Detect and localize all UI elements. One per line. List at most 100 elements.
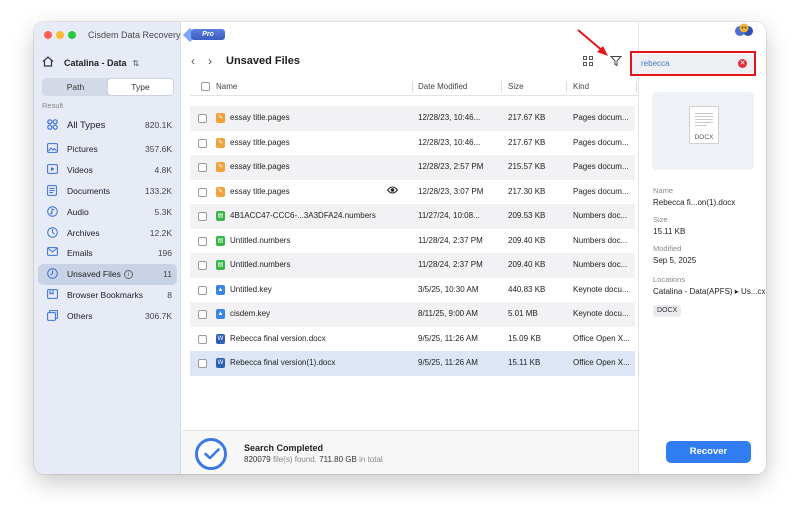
meta-name-label: Name	[653, 186, 674, 195]
file-kind: Numbers doc...	[573, 211, 628, 220]
home-icon	[42, 56, 56, 70]
table-row-selected[interactable]: W Rebecca final version(1).docx 9/5/25, …	[190, 351, 635, 376]
sidebar-item-unsaved-files[interactable]: Unsaved Files i 11	[38, 263, 177, 285]
zoom-window-button[interactable]	[68, 31, 76, 39]
row-checkbox[interactable]	[198, 261, 207, 270]
total-label: in total	[359, 455, 383, 464]
row-checkbox[interactable]	[198, 236, 207, 246]
sidebar-item-count: 196	[157, 248, 172, 259]
found-label: file(s) found,	[272, 455, 317, 464]
search-highlight-box	[630, 51, 756, 76]
row-checkbox[interactable]	[198, 163, 207, 172]
sidebar-item-label: All Types	[67, 119, 106, 131]
main-pane: ‹ › Unsaved Files Name Date Modified Siz…	[182, 22, 638, 474]
file-name: Rebecca final version.docx	[230, 333, 326, 343]
row-checkbox[interactable]	[198, 138, 207, 148]
file-date: 8/11/25, 9:00 AM	[418, 309, 478, 318]
table-row[interactable]: ▤ 4B1ACC47-CCC6-...3A3DFA24.numbers 11/2…	[190, 204, 635, 229]
file-size: 215.57 KB	[508, 162, 546, 171]
table-row[interactable]: ▤ Untitled.numbers 11/28/24, 2:37 PM 209…	[190, 229, 635, 254]
file-date: 12/28/23, 2:57 PM	[418, 162, 484, 171]
sidebar-item-label: Emails	[67, 248, 93, 259]
filter-icon[interactable]	[609, 55, 623, 67]
column-kind[interactable]: Kind	[573, 82, 589, 91]
select-all-checkbox[interactable]	[201, 82, 210, 91]
row-checkbox[interactable]	[198, 359, 207, 368]
file-kind: Keynote docu...	[573, 284, 629, 294]
file-name: cisdem.key	[230, 309, 271, 318]
table-row[interactable]: W Rebecca final version.docx 9/5/25, 11:…	[190, 327, 635, 352]
table-row[interactable]: ✎ essay title.pages 12/28/23, 10:46... 2…	[190, 131, 635, 156]
file-size: 15.09 KB	[508, 333, 541, 343]
account-avatar-icon[interactable]	[734, 23, 753, 37]
row-checkbox[interactable]	[198, 187, 207, 197]
sidebar-item-archives[interactable]: Archives 12.2K	[38, 222, 177, 243]
column-divider	[412, 81, 413, 92]
sidebar-item-emails[interactable]: Emails 196	[38, 243, 177, 264]
file-date: 12/28/23, 10:46...	[418, 113, 481, 122]
sidebar-item-label: Archives	[67, 227, 100, 238]
table-row[interactable]: ✎ essay title.pages 12/28/23, 3:07 PM 21…	[190, 180, 635, 205]
meta-modified-value: Sep 5, 2025	[653, 256, 697, 265]
table-row[interactable]: ▲ Untitled.key 3/5/25, 10:30 AM 440.83 K…	[190, 278, 635, 303]
eye-icon[interactable]	[386, 186, 399, 197]
forward-arrow-icon[interactable]: ›	[208, 54, 212, 68]
recover-button[interactable]: Recover	[666, 441, 751, 463]
drive-selector[interactable]: Catalina - Data ⇅	[42, 55, 172, 71]
info-icon[interactable]: i	[123, 270, 133, 280]
sidebar-item-videos[interactable]: Videos 4.8K	[38, 160, 177, 181]
sidebar-item-pictures[interactable]: Pictures 357.6K	[38, 139, 177, 160]
row-checkbox[interactable]	[198, 310, 207, 319]
document-icon: DOCX	[689, 106, 719, 144]
sidebar-item-count: 12.2K	[149, 227, 172, 238]
sidebar-item-documents[interactable]: Documents 133.2K	[38, 181, 177, 202]
close-window-button[interactable]	[44, 31, 52, 39]
file-size: 217.67 KB	[508, 137, 546, 147]
file-date: 11/27/24, 10:08...	[418, 211, 480, 220]
sidebar-item-all-types[interactable]: All Types 820.1K	[38, 114, 177, 136]
app-window: Cisdem Data Recovery Catalina - Data ⇅ P…	[34, 22, 766, 474]
column-name[interactable]: Name	[216, 82, 237, 91]
column-size[interactable]: Size	[508, 82, 524, 91]
sidebar-item-browser-bookmarks[interactable]: Browser Bookmarks 8	[38, 285, 177, 306]
pages-file-icon: ✎	[216, 162, 225, 172]
sidebar-item-others[interactable]: Others 306.7K	[38, 305, 177, 326]
videos-icon	[45, 164, 59, 176]
sidebar-item-label: Browser Bookmarks	[67, 289, 144, 300]
column-date-modified[interactable]: Date Modified	[418, 82, 467, 91]
row-checkbox[interactable]	[198, 114, 207, 123]
meta-locations-value: Catalina - Data(APFS) ▸ Us...cx	[653, 287, 765, 296]
tab-type[interactable]: Type	[108, 79, 173, 95]
table-row[interactable]: ✎ essay title.pages 12/28/23, 10:46... 2…	[190, 106, 635, 131]
table-header: Name Date Modified Size Kind	[190, 78, 638, 96]
found-count: 820079	[244, 455, 271, 464]
grid-view-icon[interactable]	[583, 56, 593, 66]
sidebar-item-count: 5.3K	[154, 206, 173, 217]
sidebar-item-label: Pictures	[67, 144, 98, 155]
back-arrow-icon[interactable]: ‹	[191, 54, 195, 68]
file-date: 3/5/25, 10:30 AM	[418, 284, 479, 294]
table-row[interactable]: ▤ Untitled.numbers 11/28/24, 2:37 PM 209…	[190, 253, 635, 278]
sidebar-item-audio[interactable]: Audio 5.3K	[38, 201, 177, 222]
file-size: 217.67 KB	[508, 113, 546, 122]
preview-pane: rebecca ✕ DOCX Name Rebecca fi...on(1).d…	[632, 22, 766, 474]
chevron-updown-icon[interactable]: ⇅	[133, 59, 140, 68]
file-kind: Pages docum...	[573, 113, 629, 122]
minimize-window-button[interactable]	[56, 31, 64, 39]
meta-size-label: Size	[653, 215, 668, 224]
row-checkbox[interactable]	[198, 212, 207, 221]
status-bar: Search Completed 820079 file(s) found, 7…	[182, 430, 638, 474]
row-checkbox[interactable]	[198, 334, 207, 344]
emails-icon	[45, 247, 59, 259]
file-date: 9/5/25, 11:26 AM	[418, 358, 478, 367]
sidebar-item-count: 11	[163, 269, 172, 280]
checkmark-icon	[195, 438, 227, 470]
tab-path[interactable]: Path	[43, 79, 108, 95]
table-row[interactable]: ✎ essay title.pages 12/28/23, 2:57 PM 21…	[190, 155, 635, 180]
row-checkbox[interactable]	[198, 285, 207, 295]
archives-icon	[45, 226, 59, 239]
file-name: Untitled.key	[230, 284, 272, 294]
pictures-icon	[45, 143, 59, 155]
table-row[interactable]: ▲ cisdem.key 8/11/25, 9:00 AM 5.01 MB Ke…	[190, 302, 635, 327]
page-title: Unsaved Files	[226, 55, 300, 67]
